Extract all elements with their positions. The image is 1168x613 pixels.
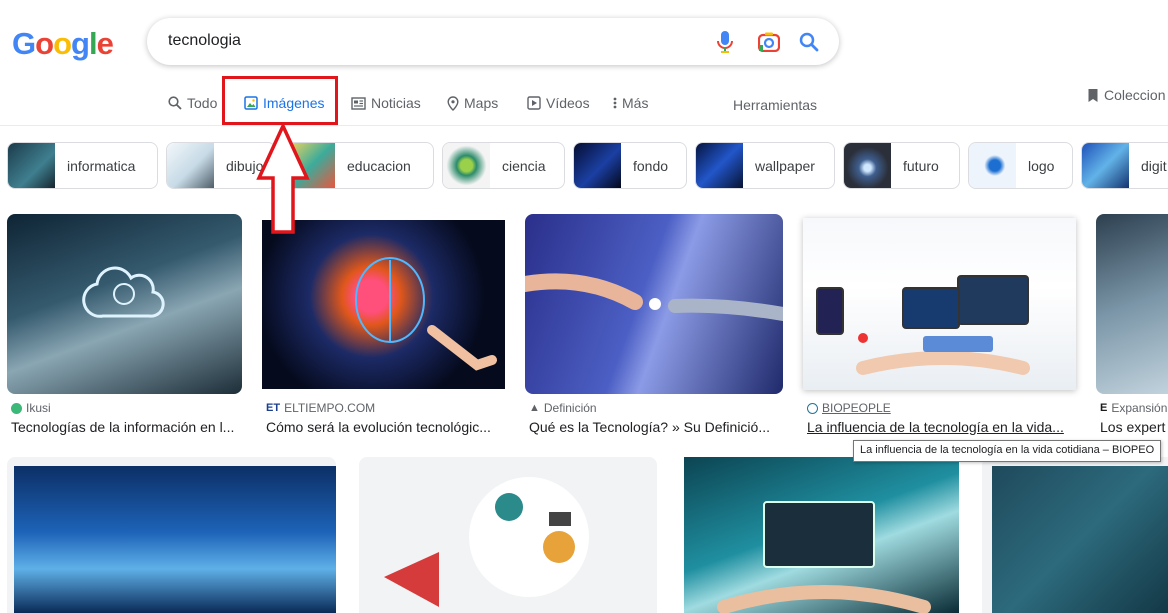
image-result[interactable] <box>684 457 959 613</box>
collections-label: Coleccion <box>1104 87 1166 103</box>
tab-label: Vídeos <box>546 95 590 111</box>
image-result[interactable] <box>7 457 336 613</box>
chip-label: futuro <box>903 157 939 174</box>
source-label: Definición <box>543 401 597 415</box>
result-thumbnail[interactable] <box>262 220 505 389</box>
result-title[interactable]: Qué es la Tecnología? » Su Definició... <box>529 419 777 435</box>
map-pin-icon <box>447 95 459 111</box>
google-logo[interactable]: Google <box>12 26 114 62</box>
image-result[interactable] <box>982 457 1168 613</box>
expansion-logo-icon: E <box>1100 402 1108 414</box>
chip-fondo[interactable]: fondo <box>573 142 687 189</box>
tab-videos[interactable]: Vídeos <box>527 94 590 112</box>
mortarboard-icon: ▲ <box>529 402 540 414</box>
result-source[interactable]: E Expansión <box>1100 401 1167 415</box>
chip-label: ciencia <box>502 157 546 174</box>
cloud-icon <box>82 266 165 318</box>
search-box[interactable]: tecnologia <box>147 18 839 65</box>
source-label: BIOPEOPLE <box>822 401 891 415</box>
result-thumbnail[interactable] <box>982 457 1168 613</box>
result-title[interactable]: La influencia de la tecnología en la vid… <box>807 419 1069 435</box>
wordpress-logo-icon <box>807 402 818 414</box>
chip-logo[interactable]: logo <box>968 142 1073 189</box>
search-icon[interactable] <box>797 30 821 54</box>
tab-todo[interactable]: Todo <box>168 94 217 112</box>
image-result[interactable]: E Expansión Los expert <box>1096 214 1168 435</box>
chip-thumbnail <box>696 143 743 188</box>
chip-thumbnail <box>167 143 214 188</box>
chip-informatica[interactable]: informatica <box>7 142 158 189</box>
more-vert-icon <box>613 97 617 109</box>
result-thumbnail[interactable] <box>7 457 336 613</box>
image-result[interactable]: ET ELTIEMPO.COM Cómo será la evolución t… <box>262 220 505 435</box>
result-source[interactable]: ET ELTIEMPO.COM <box>266 401 375 415</box>
result-thumbnail[interactable] <box>525 214 783 394</box>
result-title[interactable]: Tecnologías de la información en l... <box>11 419 245 435</box>
annotation-box <box>222 76 338 125</box>
source-label: Ikusi <box>26 401 51 415</box>
chip-wallpaper[interactable]: wallpaper <box>695 142 835 189</box>
result-thumbnail[interactable] <box>1096 214 1168 394</box>
play-icon <box>527 96 541 110</box>
result-thumbnail[interactable] <box>803 218 1076 390</box>
result-source[interactable]: Ikusi <box>11 401 51 415</box>
chip-label: fondo <box>633 157 669 174</box>
image-result[interactable]: BIOPEOPLE La influencia de la tecnología… <box>803 218 1076 435</box>
tab-label: Noticias <box>371 95 421 111</box>
chip-futuro[interactable]: futuro <box>843 142 960 189</box>
result-title[interactable]: Los expert <box>1100 419 1168 435</box>
tab-label: Más <box>622 95 649 111</box>
search-input[interactable]: tecnologia <box>168 32 241 50</box>
chip-label: informatica <box>67 157 136 174</box>
tab-label: Maps <box>464 95 499 111</box>
result-thumbnail[interactable] <box>7 214 242 394</box>
devices-icon <box>816 275 1030 375</box>
image-result[interactable]: ▲ Definición Qué es la Tecnología? » Su … <box>525 214 783 435</box>
image-result[interactable]: Ikusi Tecnologías de la información en l… <box>7 214 242 435</box>
circuit-image <box>992 466 1168 613</box>
search-icon <box>168 96 182 110</box>
tools-button[interactable]: Herramientas <box>733 96 817 114</box>
result-thumbnail[interactable] <box>684 457 959 613</box>
hands-touching-icon <box>525 273 783 321</box>
megaphone-icon <box>384 477 589 607</box>
tools-label: Herramientas <box>733 97 818 113</box>
result-source[interactable]: BIOPEOPLE <box>807 401 891 415</box>
source-label: Expansión <box>1111 401 1168 415</box>
tab-label: Todo <box>187 95 218 111</box>
globe-image <box>14 466 336 613</box>
chip-label: wallpaper <box>755 157 815 174</box>
chip-digit[interactable]: digit <box>1081 142 1168 189</box>
tab-maps[interactable]: Maps <box>447 94 498 112</box>
tab-noticias[interactable]: Noticias <box>351 94 421 112</box>
eltiempo-logo-icon: ET <box>266 402 281 414</box>
tab-mas[interactable]: Más <box>613 94 648 112</box>
chip-label: educacion <box>347 157 411 174</box>
chip-thumbnail <box>1082 143 1129 188</box>
chip-thumbnail <box>844 143 891 188</box>
laptop-icon <box>717 501 931 613</box>
image-result[interactable] <box>359 457 657 613</box>
result-thumbnail[interactable] <box>359 457 657 613</box>
chip-label: digit <box>1141 157 1167 174</box>
camera-icon[interactable] <box>757 30 781 54</box>
chip-label: logo <box>1028 157 1055 174</box>
tooltip: La influencia de la tecnología en la vid… <box>853 440 1162 462</box>
chip-thumbnail <box>8 143 55 188</box>
annotation-arrow-icon <box>256 122 310 234</box>
result-title[interactable]: Cómo será la evolución tecnológic... <box>266 419 498 435</box>
search-tabs: Todo Imágenes Noticias Maps Vídeos Más H… <box>0 86 1168 126</box>
chip-thumbnail <box>969 143 1016 188</box>
chip-ciencia[interactable]: ciencia <box>442 142 565 189</box>
brain-icon <box>355 257 497 371</box>
bookmark-icon <box>1088 88 1098 102</box>
ikusi-logo-icon <box>11 402 22 414</box>
microphone-icon[interactable] <box>713 30 737 54</box>
chip-thumbnail <box>443 143 490 188</box>
collections-button[interactable]: Coleccion <box>1087 86 1165 104</box>
source-label: ELTIEMPO.COM <box>284 401 376 415</box>
result-source[interactable]: ▲ Definición <box>529 401 597 415</box>
newspaper-icon <box>351 96 366 110</box>
chip-thumbnail <box>574 143 621 188</box>
